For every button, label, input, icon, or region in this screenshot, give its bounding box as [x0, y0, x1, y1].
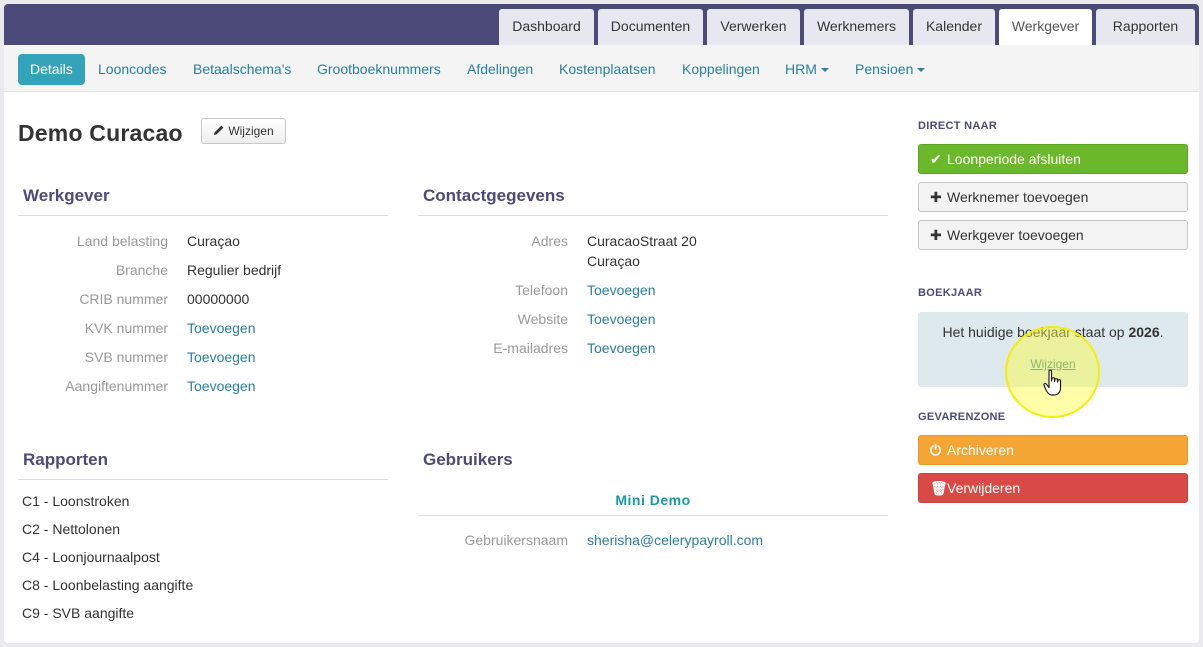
- field-label: Website: [517, 311, 568, 327]
- tab-werkgever[interactable]: Werkgever: [999, 9, 1092, 45]
- trash-icon: 🗑: [930, 480, 948, 496]
- field-label: Land belasting: [76, 233, 168, 249]
- pencil-icon: [214, 125, 224, 135]
- svb-nummer-add-link[interactable]: Toevoegen: [187, 349, 256, 365]
- field-label: Branche: [115, 262, 168, 278]
- add-employee-button[interactable]: ✚ Werknemer toevoegen: [918, 182, 1188, 212]
- edit-employer-button[interactable]: Wijzigen: [201, 118, 286, 144]
- user-name: Mini Demo: [615, 492, 691, 508]
- sub-navigation: Details Looncodes Betaalschema's Grootbo…: [4, 45, 1199, 92]
- add-employer-button[interactable]: ✚ Werkgever toevoegen: [918, 220, 1188, 250]
- subnav-details[interactable]: Details: [18, 54, 85, 85]
- subnav-hrm-dropdown[interactable]: HRM: [785, 54, 829, 85]
- edit-button-label: Wijzigen: [228, 124, 274, 138]
- tab-rapporten[interactable]: Rapporten: [1096, 9, 1195, 45]
- caret-down-icon: [820, 68, 829, 73]
- boekjaar-heading: BOEKJAAR: [918, 287, 983, 299]
- subnav-betaalschemas[interactable]: Betaalschema's: [193, 54, 291, 85]
- field-label: KVK nummer: [84, 320, 168, 336]
- close-period-button[interactable]: ✔ Loonperiode afsluiten: [918, 144, 1188, 174]
- boekjaar-year: 2026: [1128, 324, 1160, 340]
- report-item[interactable]: C1 - Loonstroken: [22, 493, 129, 509]
- telefoon-add-link[interactable]: Toevoegen: [587, 282, 656, 298]
- aangiftenummer-add-link[interactable]: Toevoegen: [187, 378, 256, 394]
- subnav-pensioen-dropdown[interactable]: Pensioen: [855, 54, 926, 85]
- subnav-pensioen-label: Pensioen: [855, 61, 914, 77]
- report-item[interactable]: C9 - SVB aangifte: [22, 605, 134, 621]
- tab-kalender[interactable]: Kalender: [913, 9, 995, 45]
- field-label: Gebruikersnaam: [464, 532, 569, 548]
- crib-nummer-value: 00000000: [187, 291, 250, 307]
- report-item[interactable]: C8 - Loonbelasting aangifte: [22, 577, 193, 593]
- plus-icon: ✚: [930, 189, 942, 205]
- contact-heading: Contactgegevens: [418, 186, 888, 216]
- add-employer-label: Werkgever toevoegen: [947, 227, 1084, 243]
- website-add-link[interactable]: Toevoegen: [587, 311, 656, 327]
- subnav-kostenplaatsen[interactable]: Kostenplaatsen: [559, 54, 656, 85]
- field-label: CRIB nummer: [79, 291, 168, 307]
- subnav-hrm-label: HRM: [785, 61, 817, 77]
- boekjaar-sentence: Het huidige boekjaar staat op: [942, 324, 1125, 340]
- email-add-link[interactable]: Toevoegen: [587, 340, 656, 356]
- check-icon: ✔: [930, 151, 942, 167]
- tab-documenten[interactable]: Documenten: [598, 9, 703, 45]
- branche-value: Regulier bedrijf: [187, 262, 282, 278]
- field-label: Telefoon: [515, 282, 568, 298]
- top-navigation: Dashboard Documenten Verwerken Werknemer…: [4, 4, 1199, 45]
- rapporten-heading: Rapporten: [18, 450, 388, 480]
- delete-label: Verwijderen: [947, 480, 1021, 496]
- field-label: Aangiftenummer: [65, 378, 168, 394]
- close-period-label: Loonperiode afsluiten: [947, 151, 1081, 167]
- page-title: Demo Curacao: [18, 120, 183, 146]
- gebruikers-heading: Gebruikers: [423, 450, 513, 469]
- tab-verwerken[interactable]: Verwerken: [707, 9, 800, 45]
- gevarenzone-heading: GEVARENZONE: [918, 411, 1006, 423]
- subnav-looncodes[interactable]: Looncodes: [98, 54, 167, 85]
- subnav-koppelingen[interactable]: Koppelingen: [682, 54, 760, 85]
- kvk-nummer-add-link[interactable]: Toevoegen: [187, 320, 256, 336]
- archive-button[interactable]: ⏻ Archiveren: [918, 435, 1188, 465]
- username-link[interactable]: sherisha@celerypayroll.com: [587, 532, 763, 548]
- land-belasting-value: Curaçao: [187, 233, 240, 249]
- field-label: SVB nummer: [84, 349, 168, 365]
- field-label: E-mailadres: [493, 340, 568, 356]
- direct-naar-heading: DIRECT NAAR: [918, 120, 998, 132]
- hand-cursor-icon: [1043, 369, 1062, 396]
- delete-button[interactable]: 🗑Verwijderen: [918, 473, 1188, 503]
- field-label: Adres: [531, 233, 568, 249]
- archive-label: Archiveren: [947, 442, 1014, 458]
- caret-down-icon: [917, 68, 926, 73]
- app-window: Dashboard Documenten Verwerken Werknemer…: [4, 4, 1199, 643]
- subnav-grootboeknummers[interactable]: Grootboeknummers: [317, 54, 441, 85]
- plus-icon: ✚: [930, 227, 942, 243]
- tab-werknemers[interactable]: Werknemers: [804, 9, 909, 45]
- boekjaar-period: .: [1159, 324, 1164, 340]
- report-item[interactable]: C4 - Loonjournaalpost: [22, 549, 160, 565]
- boekjaar-text: Het huidige boekjaar staat op 2026.: [918, 324, 1188, 340]
- subnav-afdelingen[interactable]: Afdelingen: [467, 54, 533, 85]
- werkgever-heading: Werkgever: [18, 186, 388, 216]
- divider: [418, 515, 888, 516]
- report-item[interactable]: C2 - Nettolonen: [22, 521, 120, 537]
- address-line-1: CuracaoStraat 20: [587, 233, 697, 249]
- power-icon: ⏻: [930, 442, 942, 458]
- tab-dashboard[interactable]: Dashboard: [499, 9, 594, 45]
- add-employee-label: Werknemer toevoegen: [947, 189, 1089, 205]
- address-line-2: Curaçao: [587, 253, 640, 269]
